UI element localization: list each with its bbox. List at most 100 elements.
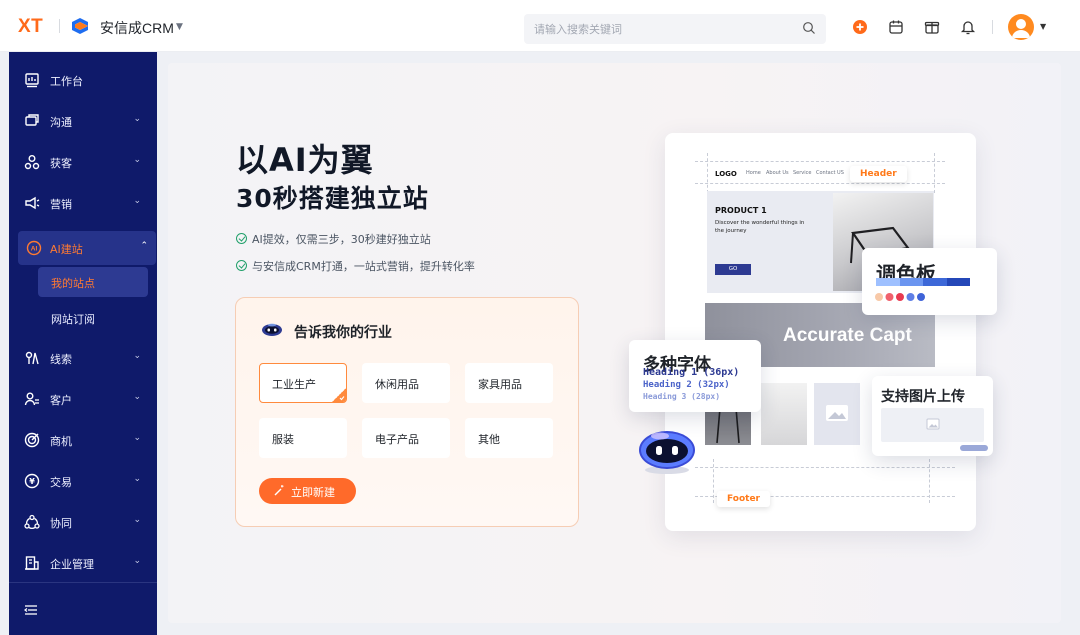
mini-logo: LOGO (715, 170, 737, 178)
footer-tag: Footer (717, 491, 770, 507)
font-sample-heading-3: Heading 3 (28px) (643, 392, 721, 401)
app-switch-chevron-down-icon[interactable]: ▼ (176, 22, 183, 32)
sidebar-item-collaboration[interactable]: 协同 ⌄ (9, 505, 157, 539)
guide-line (695, 161, 945, 162)
sidebar-item-label: 客户 (50, 394, 72, 407)
palette-gradient-bar (876, 278, 970, 286)
brand-divider (59, 19, 60, 33)
header-tag: Header (850, 166, 907, 182)
sidebar-item-communication[interactable]: 沟通 ⌄ (9, 104, 157, 138)
gift-icon[interactable] (924, 19, 940, 35)
sidebar-item-label: 线索 (50, 353, 72, 366)
go-button: GO (715, 264, 751, 275)
dashboard-icon (25, 73, 39, 88)
sidebar-item-ai-site[interactable]: AI AI建站 ⌃ (18, 231, 156, 265)
image-upload-card: 支持图片上传 (872, 376, 993, 456)
mini-nav-item: Home (746, 170, 761, 176)
industry-option-label: 家具用品 (478, 378, 522, 391)
avatar-chevron-down-icon[interactable]: ▼ (1040, 22, 1046, 31)
sidebar-item-label: 沟通 (50, 116, 72, 129)
upload-progress-bar (960, 445, 988, 451)
guide-line (713, 459, 714, 503)
sidebar-item-label: 工作台 (50, 75, 83, 88)
sidebar-item-marketing[interactable]: 营销 ⌄ (9, 186, 157, 220)
industry-option-label: 工业生产 (272, 378, 316, 391)
fonts-card: 多种字体 Heading 1 (36px) Heading 2 (32px) H… (629, 340, 761, 412)
industry-option-label: 其他 (478, 433, 500, 446)
sidebar-item-label: 协同 (50, 517, 72, 530)
main-content: 以AI为翼 30秒搭建独立站 AI提效，仅需三步，30秒建好独立站 与安信成CR… (168, 63, 1061, 623)
industry-option[interactable]: 工业生产 (259, 363, 347, 403)
image-placeholder (814, 383, 860, 445)
sidebar-item-dashboard[interactable]: 工作台 (9, 63, 157, 97)
chevron-up-icon: ⌃ (140, 241, 148, 251)
industry-option[interactable]: 休闲用品 (362, 363, 450, 403)
page-subtitle: 30秒搭建独立站 (236, 184, 429, 213)
font-sample-heading-2: Heading 2 (32px) (643, 380, 730, 390)
brand-mark[interactable]: XT (18, 16, 43, 38)
sidebar: 工作台 沟通 ⌄ 获客 ⌄ 营销 ⌄ AI AI建站 ⌃ 我的站点 网站订阅 线… (9, 52, 157, 635)
collapse-menu-icon[interactable] (24, 603, 38, 617)
sidebar-item-label: 营销 (50, 198, 72, 211)
customers-icon (24, 392, 39, 406)
toolbar-divider (992, 20, 993, 34)
transaction-icon: ¥ (24, 473, 40, 489)
chevron-down-icon: ⌄ (133, 392, 141, 402)
industry-option[interactable]: 其他 (465, 418, 553, 458)
sidebar-item-label: 商机 (50, 435, 72, 448)
guide-line (695, 183, 945, 184)
svg-text:¥: ¥ (29, 477, 35, 486)
palette-card: 调色板 (862, 248, 997, 315)
mini-nav-item: About Us (766, 170, 789, 176)
industry-option-label: 服装 (272, 433, 294, 446)
guide-line (929, 459, 930, 503)
chevron-down-icon: ⌄ (133, 114, 141, 124)
chevron-down-icon: ⌄ (133, 556, 141, 566)
sidebar-item-customers[interactable]: 客户 ⌄ (9, 382, 157, 416)
sidebar-item-transactions[interactable]: ¥ 交易 ⌄ (9, 464, 157, 498)
check-circle-icon (236, 233, 247, 244)
user-avatar-icon (1012, 19, 1030, 38)
chevron-down-icon: ⌄ (133, 155, 141, 165)
guide-line (695, 467, 955, 468)
leads-icon (25, 351, 39, 365)
panel-title: 告诉我你的行业 (294, 325, 392, 341)
sidebar-item-label: AI建站 (50, 243, 83, 256)
create-now-button[interactable]: 立即新建 (259, 478, 356, 504)
enterprise-icon (25, 556, 39, 570)
image-icon (826, 405, 848, 421)
chevron-down-icon: ⌄ (133, 515, 141, 525)
create-now-label: 立即新建 (291, 487, 335, 499)
palette-swatches (875, 293, 925, 301)
add-circle-icon[interactable] (852, 19, 868, 35)
search-input[interactable] (534, 20, 784, 38)
search-icon[interactable] (802, 21, 816, 35)
industry-option-label: 电子产品 (375, 433, 419, 446)
calendar-icon[interactable] (888, 19, 904, 35)
avatar[interactable] (1008, 14, 1034, 40)
sidebar-subitem-my-sites[interactable]: 我的站点 (38, 267, 148, 297)
crm-logo-icon (72, 18, 88, 34)
app-name[interactable]: 安信成CRM (100, 18, 174, 38)
industry-option[interactable]: 电子产品 (362, 418, 450, 458)
bell-icon[interactable] (960, 19, 976, 35)
guide-line (934, 153, 935, 193)
sidebar-item-opportunities[interactable]: 商机 ⌄ (9, 423, 157, 457)
robot-mascot-icon (639, 431, 695, 474)
sidebar-item-enterprise[interactable]: 企业管理 ⌄ (9, 546, 157, 580)
industry-option[interactable]: 服装 (259, 418, 347, 458)
sidebar-item-acquire[interactable]: 获客 ⌄ (9, 145, 157, 179)
font-sample-heading-1: Heading 1 (36px) (643, 367, 740, 378)
chevron-down-icon: ⌄ (133, 351, 141, 361)
sidebar-item-label: 交易 (50, 476, 72, 489)
chat-icon (25, 114, 39, 126)
image-icon (926, 418, 940, 430)
feature-text: 与安信成CRM打通，一站式营销，提升转化率 (252, 260, 475, 273)
industry-option-label: 休闲用品 (375, 378, 419, 391)
sidebar-item-leads[interactable]: 线索 ⌄ (9, 341, 157, 375)
sidebar-subitem-label: 网站订阅 (51, 313, 95, 326)
sidebar-subitem-site-subscription[interactable]: 网站订阅 (38, 303, 148, 333)
mini-nav-item: Contact US (816, 170, 844, 176)
guide-line (707, 153, 708, 193)
industry-option[interactable]: 家具用品 (465, 363, 553, 403)
